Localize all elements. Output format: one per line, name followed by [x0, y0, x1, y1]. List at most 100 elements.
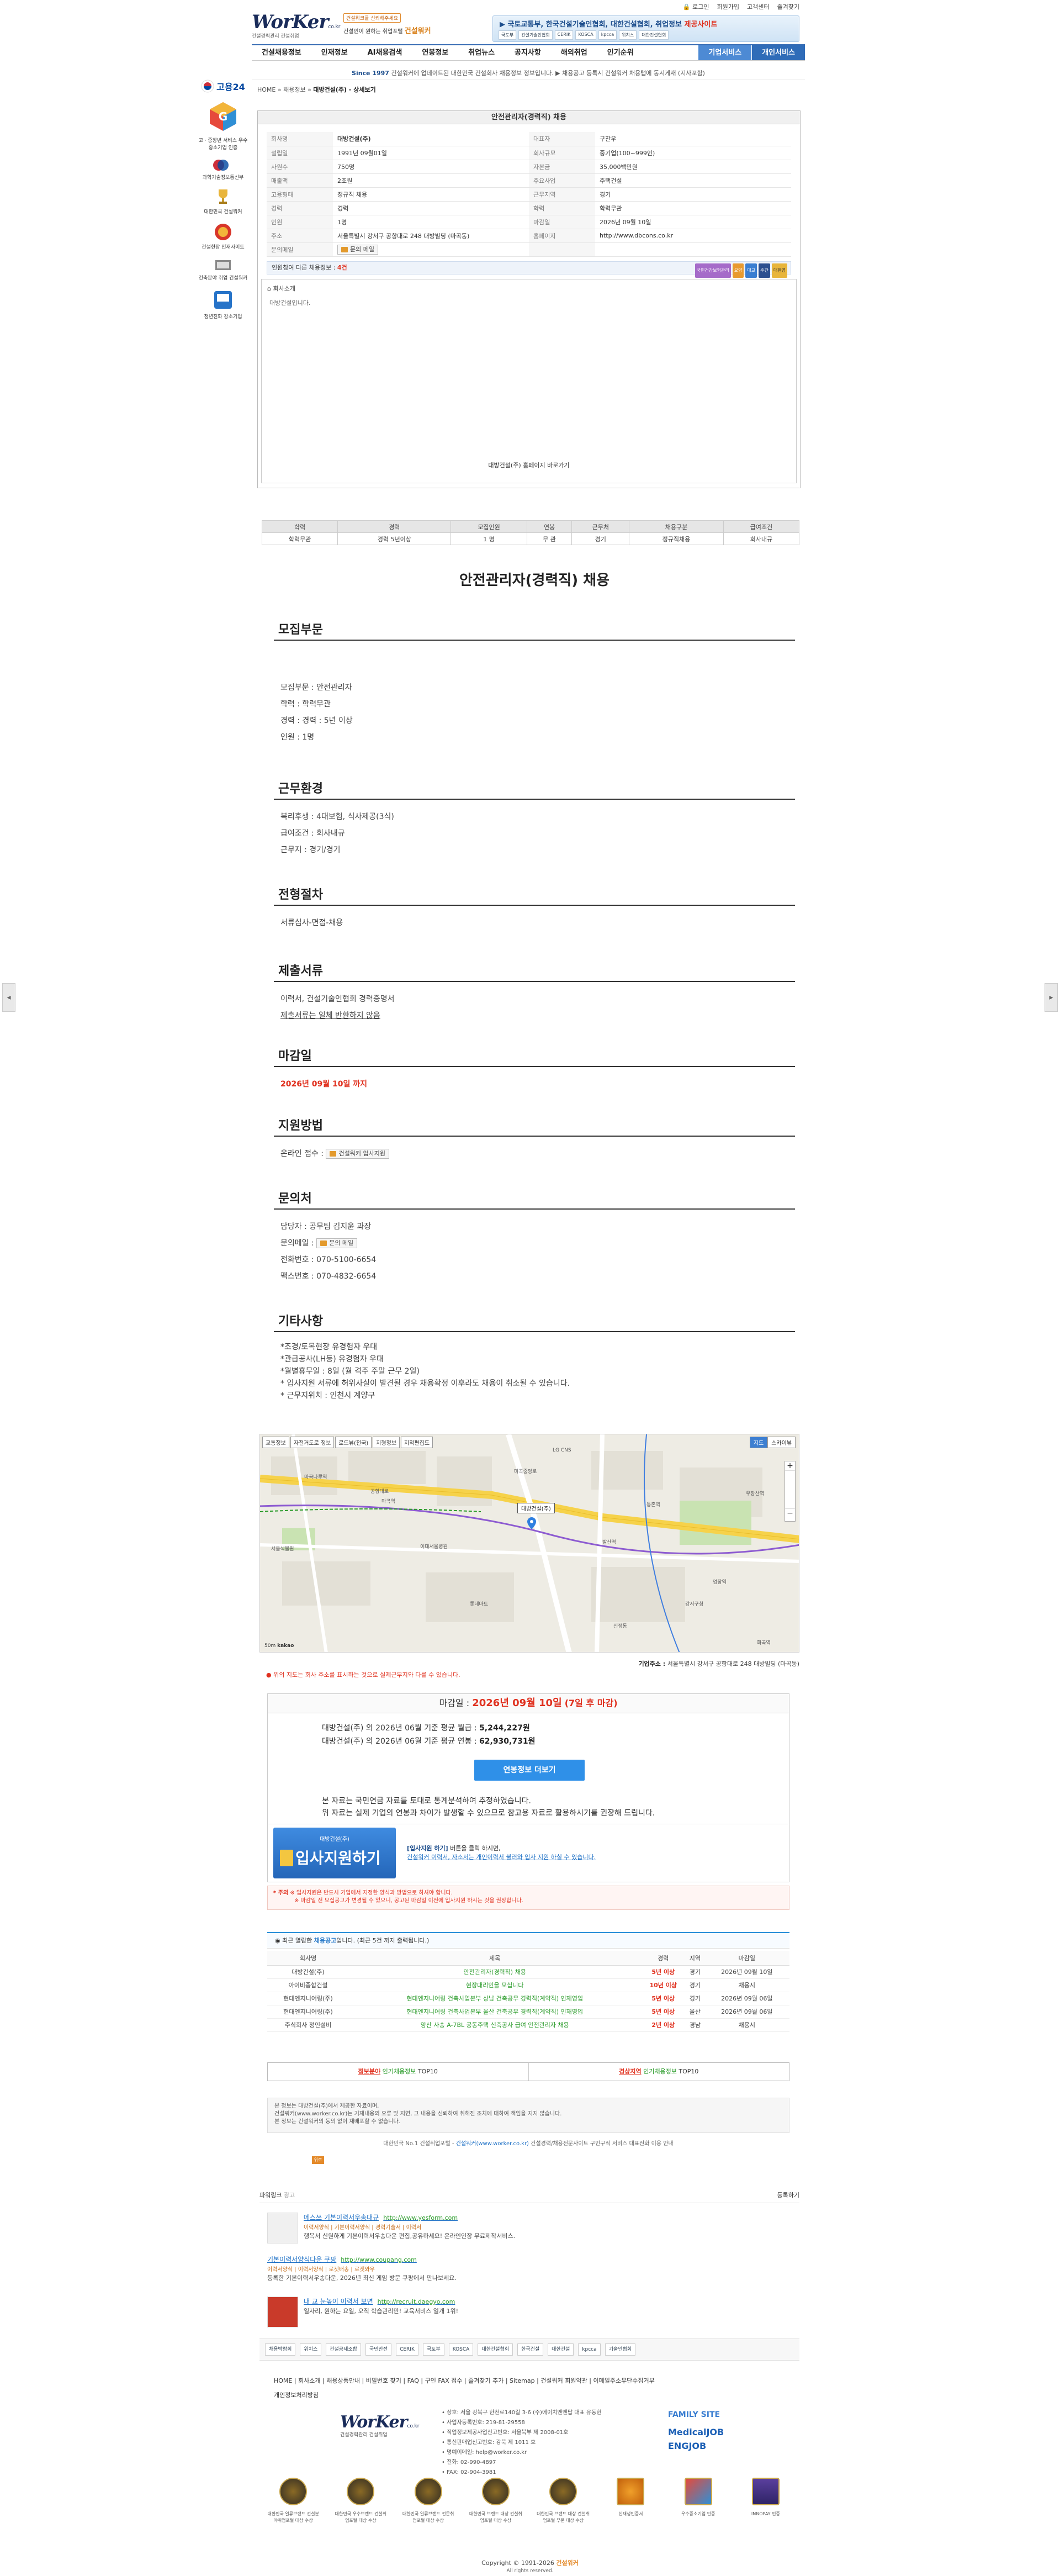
- location-map[interactable]: 교통정보 자전거도로 정보 로드뷰(전국) 지형정보 지적편집도 지도 스카이뷰…: [259, 1434, 799, 1653]
- summary-tag[interactable]: 대교: [745, 263, 757, 278]
- nav-notice[interactable]: 공지사항: [505, 45, 551, 60]
- signup-link[interactable]: 회원가입: [717, 2, 739, 11]
- bookmark-link[interactable]: 즐겨찾기: [777, 2, 799, 11]
- recent-cell[interactable]: 현대엔지니어링 건축사업본부 상남 건축공무 경력직(계약직) 인재영입: [349, 1992, 641, 2005]
- apply-button[interactable]: 대방건설(주) 입사지원하기: [273, 1828, 396, 1878]
- top10-category-link[interactable]: 정보분야 인기채용정보 TOP10: [268, 2063, 529, 2081]
- contact-mail-button[interactable]: 문의 메일: [316, 1238, 358, 1248]
- company-homepage-link[interactable]: 대방건설(주) 홈페이지 바로가기: [262, 461, 796, 469]
- partner-logo[interactable]: 국민안전: [365, 2343, 392, 2356]
- salary-more-button[interactable]: 연봉정보 더보기: [474, 1760, 585, 1781]
- recent-job-link[interactable]: 양산 사송 A-7BL 공동주택 신축공사 급여 안전관리자 채용: [421, 2021, 569, 2029]
- job-info-box: 안전관리자(경력직) 채용 회사명 대방건설(주) 대표자 구찬우 설립일 1991년 0…: [257, 110, 801, 488]
- map-type-skyview[interactable]: 스카이뷰: [767, 1437, 796, 1448]
- sidebar-item-youth[interactable]: 청년친화 강소기업: [197, 289, 250, 320]
- breadcrumb-home[interactable]: HOME: [257, 86, 275, 93]
- recent-cell[interactable]: 현대엔지니어링 건축사업본부 울산 건축공무 경력직(계약직) 인재영입: [349, 2005, 641, 2019]
- gov-partner-banner[interactable]: ▶ 국토교통부, 한국건설기술인협회, 대한건설협회, 취업정보 제공사이트 국…: [492, 15, 799, 42]
- sidebar-label: 고 · 중장년 서비스 우수중소기업 인증: [198, 138, 248, 151]
- power-link-register[interactable]: 등록하기: [777, 2190, 799, 2199]
- nav-salary[interactable]: 연봉정보: [412, 45, 458, 60]
- table-row[interactable]: 현대엔지니어링(주) 현대엔지니어링 건축사업본부 상남 건축공무 경력직(계약직…: [267, 1992, 789, 2005]
- nav-talent[interactable]: 인재정보: [311, 45, 358, 60]
- map-type-map[interactable]: 지도: [749, 1437, 768, 1448]
- sidebar-item-certification[interactable]: G 고 · 중장년 서비스 우수중소기업 인증: [197, 101, 250, 151]
- footer-privacy-link[interactable]: 개인정보처리방침: [274, 2390, 795, 2399]
- sidebar-item-goyong24[interactable]: 고용24: [197, 80, 250, 93]
- summary-count[interactable]: 4건: [337, 264, 347, 271]
- table-row[interactable]: 아이비종합건설 현장대리인을 모십니다 10년 이상 경기 채용시: [267, 1978, 789, 1992]
- online-apply-button[interactable]: 건설워커 입사지원: [326, 1149, 389, 1159]
- info-key: 경력: [267, 201, 333, 215]
- sidebar-item-ministry[interactable]: 과학기술정보통신부: [197, 159, 250, 181]
- recent-job-link[interactable]: 현장대리인을 모십니다: [466, 1982, 524, 1989]
- table-row[interactable]: 주식회사 정인설비 양산 사송 A-7BL 공동주택 신축공사 급여 안전관리자 …: [267, 2018, 789, 2032]
- zoom-out-icon[interactable]: −: [785, 1509, 795, 1518]
- partner-logo[interactable]: KOSCA: [448, 2343, 474, 2356]
- partner-logo[interactable]: CERIK: [396, 2343, 418, 2356]
- partner-logo[interactable]: 대한건설협회: [478, 2343, 513, 2356]
- recent-job-link[interactable]: 안전관리자(경력직) 채용: [464, 1968, 526, 1976]
- summary-tag[interactable]: 국민건강보험관리: [695, 263, 731, 278]
- footer-links[interactable]: HOME | 회사소개 | 채용상품안내 | 비밀번호 찾기 | FAQ | 구…: [274, 2376, 795, 2385]
- family-site-engjob[interactable]: ENGJOB: [668, 2441, 751, 2451]
- top10-region-link[interactable]: 경상지역 인기채용정보 TOP10: [529, 2063, 789, 2081]
- partner-logo[interactable]: 채용박람회: [265, 2343, 296, 2356]
- nav-ranking[interactable]: 인기순위: [597, 45, 644, 60]
- sidebar-item-site-award[interactable]: 건설현장 인재사이트: [197, 223, 250, 250]
- map-zoom-control[interactable]: + −: [785, 1461, 796, 1522]
- sidebar-item-architecture[interactable]: 건축분야 취업 건설워커: [197, 258, 250, 281]
- recent-job-link[interactable]: 현대엔지니어링 건축사업본부 상남 건축공무 경력직(계약직) 인재영입: [406, 1995, 583, 2002]
- site-logo[interactable]: WorKerco.kr 건설경력관리 건설취업: [252, 11, 340, 44]
- family-site-medicaljob[interactable]: MedicalJOB: [668, 2427, 751, 2437]
- table-row[interactable]: 현대엔지니어링(주) 현대엔지니어링 건축사업본부 울산 건축공무 경력직(계약직…: [267, 2005, 789, 2019]
- recent-job-link[interactable]: 현대엔지니어링 건축사업본부 울산 건축공무 경력직(계약직) 인재영입: [406, 2008, 583, 2015]
- zoom-in-icon[interactable]: +: [785, 1461, 795, 1470]
- footer-logo[interactable]: WorKerco.kr 건설경력관리 건설취업: [340, 2413, 419, 2438]
- recent-cell-text: 5년 이상: [651, 1995, 675, 2002]
- partner-logo[interactable]: 한국건설: [517, 2343, 544, 2356]
- partner-logo[interactable]: 대한건설: [548, 2343, 574, 2356]
- map-tab[interactable]: 지적편집도: [401, 1437, 433, 1448]
- partner-logo[interactable]: kpcca: [578, 2343, 601, 2356]
- nav-jobs[interactable]: 건설채용정보: [252, 45, 311, 60]
- summary-tag[interactable]: 대환영: [771, 263, 787, 278]
- info-key: 주요사업: [529, 173, 595, 188]
- map-place-label: 이대서울병원: [420, 1544, 448, 1550]
- table-row[interactable]: 대방건설(주) 안전관리자(경력직) 채용 5년 이상 경기 2026년 09월 10일: [267, 1965, 789, 1979]
- company-map-pin[interactable]: 대방건설(주): [517, 1503, 555, 1532]
- map-tab[interactable]: 교통정보: [262, 1437, 289, 1448]
- info-mail-button[interactable]: 문의 메일: [337, 244, 378, 255]
- map-tab[interactable]: 자전거도로 정보: [290, 1437, 335, 1448]
- recent-cell[interactable]: 안전관리자(경력직) 채용: [349, 1965, 641, 1979]
- nav-personal-service[interactable]: 개인서비스: [751, 45, 805, 60]
- summary-tag[interactable]: 요양: [732, 263, 744, 278]
- map-tab[interactable]: 로드뷰(전국): [335, 1437, 372, 1448]
- map-tab[interactable]: 지형정보: [373, 1437, 400, 1448]
- footer-info-line: • 전화: 02-990-4897: [442, 2459, 496, 2466]
- sidebar-item-award[interactable]: 대한민국 건설워커: [197, 188, 250, 215]
- nav-news[interactable]: 취업뉴스: [458, 45, 505, 60]
- nav-ai-search[interactable]: AI채용검색: [358, 45, 412, 60]
- login-link[interactable]: 🔒 로그인: [682, 2, 709, 11]
- partner-logo[interactable]: 위치스: [300, 2343, 322, 2356]
- left-scroll-arrow[interactable]: ◂: [2, 983, 15, 1012]
- scroll-top-button[interactable]: 위로: [312, 2156, 324, 2164]
- apply-description: [입사지원 하기] 버튼을 클릭 하시면, 건설워커 이력서, 자소서는 개인이…: [407, 1844, 596, 1862]
- copyright-rights: All rights reserved.: [506, 2568, 554, 2574]
- nav-corporate-service[interactable]: 기업서비스: [698, 45, 752, 60]
- summary-tag[interactable]: 주간: [759, 263, 770, 278]
- apply-desc-sub[interactable]: 건설워커 이력서, 자소서는 개인이력서 불러와 입사 지원 하실 수 있습니다…: [407, 1854, 596, 1861]
- partner-logo[interactable]: 건설공제조합: [326, 2343, 361, 2356]
- partner-logo[interactable]: 기술인협회: [605, 2343, 636, 2356]
- nav-overseas[interactable]: 해외취업: [551, 45, 597, 60]
- zoom-slider[interactable]: [785, 1470, 795, 1509]
- right-scroll-arrow[interactable]: ▸: [1045, 983, 1058, 1012]
- award-badge-label: 대한민국 브랜드 대상 건설취업포털 부문 대상 수상: [537, 2511, 590, 2523]
- support-link[interactable]: 고객센터: [747, 2, 769, 11]
- legal-foot-link[interactable]: 건설워커(www.worker.co.kr): [456, 2141, 529, 2147]
- recent-cell[interactable]: 양산 사송 A-7BL 공동주택 신축공사 급여 안전관리자 채용: [349, 2018, 641, 2032]
- recent-cell[interactable]: 현장대리인을 모십니다: [349, 1978, 641, 1992]
- breadcrumb-l1[interactable]: 채용정보: [283, 86, 305, 93]
- partner-logo[interactable]: 국토부: [422, 2343, 444, 2356]
